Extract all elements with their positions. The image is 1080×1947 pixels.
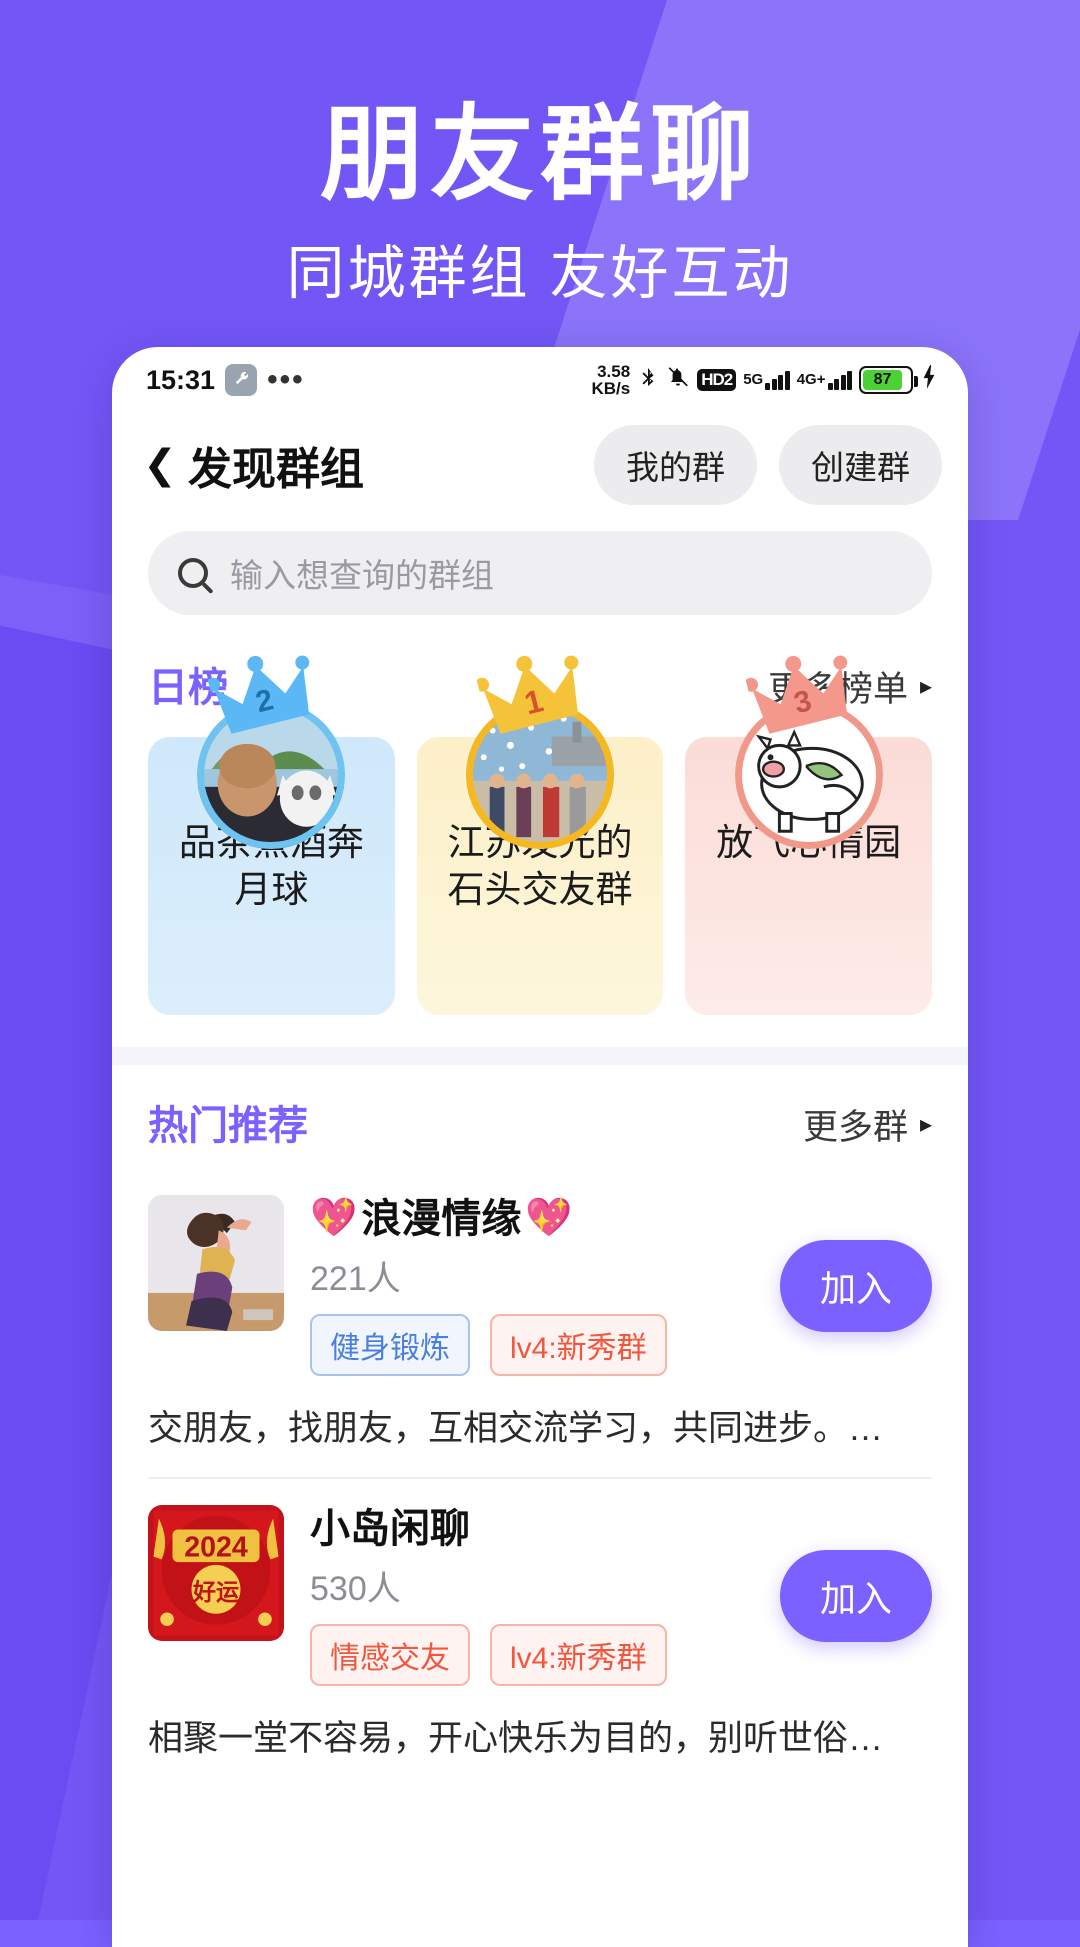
join-button[interactable]: 加入 — [779, 1549, 932, 1642]
search-placeholder: 输入想查询的群组 — [230, 557, 494, 594]
group-level-tag: lv4:新秀群 — [490, 1624, 667, 1686]
group-member-count: 530人 — [310, 1570, 401, 1608]
caret-right-icon: ▸ — [919, 673, 932, 700]
rank-card[interactable]: 2 品茶煮酒奔月球 — [148, 655, 395, 1015]
sparkling-heart-icon-left: 💖 — [310, 1197, 358, 1240]
search-input[interactable]: 输入想查询的群组 — [148, 531, 932, 615]
hd-voice-icon: HD2 — [697, 369, 737, 391]
app-header: ❮ 发现群组 我的群 创建群 — [112, 413, 968, 517]
group-thumbnail — [148, 1195, 284, 1331]
group-tags: 情感交友 lv4:新秀群 — [310, 1624, 754, 1686]
group-level-tag: lv4:新秀群 — [490, 1314, 667, 1376]
group-name-row: 💖 浪漫情缘 💖 — [310, 1197, 754, 1241]
chevron-left-icon[interactable]: ❮ — [140, 442, 180, 488]
group-name: 浪漫情缘 — [361, 1197, 522, 1241]
svg-text:2024: 2024 — [184, 1532, 248, 1564]
my-groups-button[interactable]: 我的群 — [594, 425, 757, 505]
signal-sim2: 4G+ — [797, 370, 852, 390]
rank-card[interactable]: 3 放飞心情园 — [685, 655, 933, 1015]
group-member-count: 221人 — [310, 1260, 401, 1298]
group-thumbnail: 2024 好运 — [148, 1505, 284, 1641]
net-speed: 3.58 KB/s — [591, 361, 631, 398]
hot-section-title: 热门推荐 — [148, 1104, 308, 1148]
battery-level: 87 — [863, 370, 903, 390]
search-section: 输入想查询的群组 — [112, 517, 968, 641]
group-name-row: 小岛闲聊 — [310, 1507, 754, 1551]
rank-card[interactable]: 1 江苏发光的石头交友群 — [416, 655, 664, 1015]
hot-section-more-button[interactable]: 更多群 ▸ — [803, 1099, 932, 1150]
create-group-button[interactable]: 创建群 — [779, 425, 942, 505]
promo-subtitle: 同城群组 友好互动 — [286, 241, 794, 306]
caret-right-icon: ▸ — [919, 1111, 932, 1138]
phone-screenshot: 15:31 ••• 3.58 KB/s HD2 5G 4G+ 87 ❮ 发现群组… — [112, 347, 968, 1947]
group-category-tag: 情感交友 — [310, 1624, 470, 1686]
overflow-dots-icon: ••• — [267, 363, 305, 396]
group-tags: 健身锻炼 lv4:新秀群 — [310, 1314, 754, 1376]
group-description: 相聚一堂不容易，开心快乐为目的，别听世俗… — [148, 1719, 884, 1758]
list-item[interactable]: 2024 好运 小岛闲聊 530人 情感交友 lv4:新秀群 加入 相聚一堂不容… — [112, 1479, 968, 1761]
battery-indicator: 87 — [859, 366, 918, 394]
bluetooth-icon — [637, 364, 659, 397]
group-category-tag: 健身锻炼 — [310, 1314, 470, 1376]
search-icon — [178, 558, 208, 588]
section-divider — [112, 1047, 968, 1065]
status-time: 15:31 — [146, 364, 216, 395]
list-item[interactable]: 💖 浪漫情缘 💖 221人 健身锻炼 lv4:新秀群 加入 交朋友，找朋友，互相… — [112, 1169, 968, 1479]
charging-bolt-icon — [920, 364, 938, 397]
wrench-icon — [225, 364, 258, 396]
hot-section-header: 热门推荐 更多群 ▸ — [112, 1065, 968, 1169]
group-description: 交朋友，找朋友，互相交流学习，共同进步。… — [148, 1409, 884, 1448]
page-title: 发现群组 — [188, 445, 364, 494]
join-button[interactable]: 加入 — [779, 1239, 932, 1332]
hot-section-more-label: 更多群 — [802, 1108, 908, 1147]
svg-text:好运: 好运 — [192, 1579, 240, 1605]
group-name: 小岛闲聊 — [310, 1507, 470, 1551]
bell-muted-icon — [666, 365, 690, 396]
sparkling-heart-icon-right: 💖 — [525, 1197, 573, 1240]
status-bar: 15:31 ••• 3.58 KB/s HD2 5G 4G+ 87 — [112, 347, 968, 413]
promo-title: 朋友群聊 — [319, 97, 760, 213]
daily-rank-cards: 2 品茶煮酒奔月球 1 江苏发光的石头交友群 3 — [112, 655, 968, 1047]
signal-sim1: 5G — [743, 370, 790, 390]
